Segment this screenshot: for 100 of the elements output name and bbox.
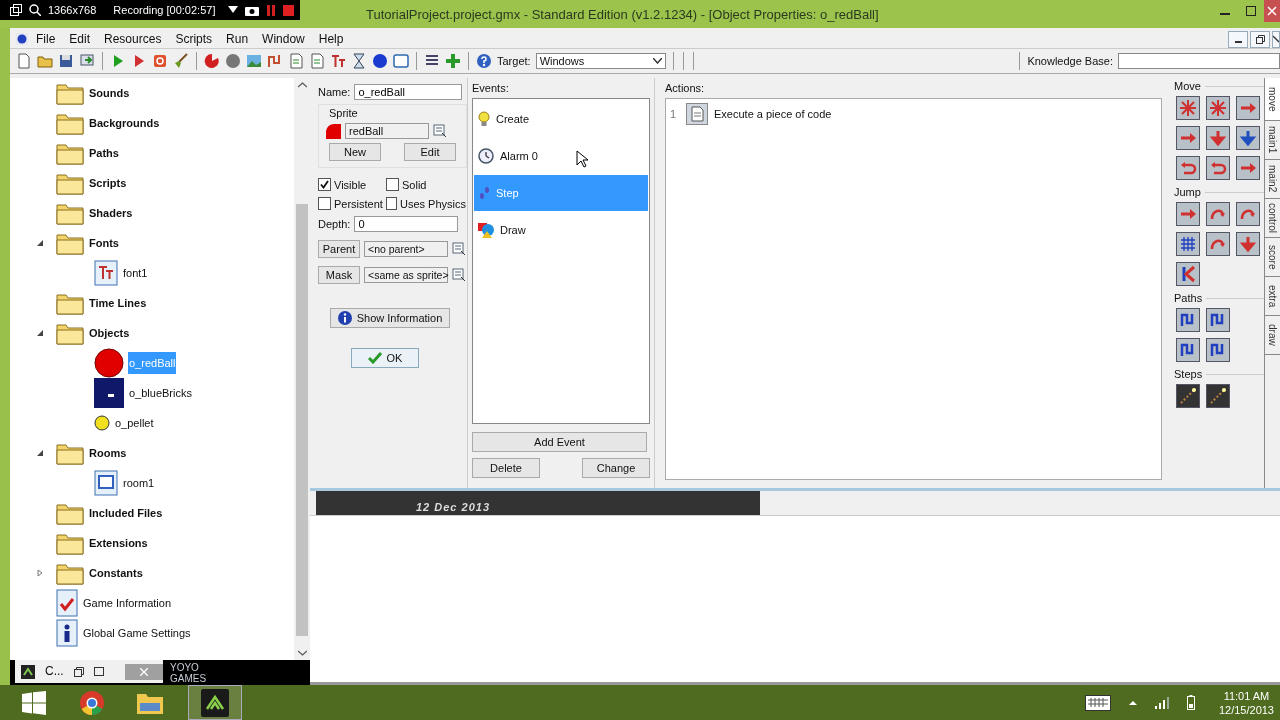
checkbox[interactable] [386, 197, 397, 210]
action-button[interactable] [1176, 262, 1200, 286]
tree-item[interactable]: o_pellet [114, 415, 155, 431]
tree-item[interactable]: Rooms [88, 445, 128, 461]
app-taskbar-button[interactable] [188, 685, 242, 720]
collapse-arrow-icon[interactable] [36, 239, 44, 247]
add-event-button[interactable]: Add Event [472, 432, 647, 452]
scrollbar[interactable] [294, 78, 310, 660]
checkbox[interactable] [318, 178, 331, 191]
sphere-icon[interactable] [372, 53, 388, 69]
camera-icon[interactable] [245, 4, 260, 16]
sprite-button[interactable]: New [329, 143, 381, 161]
parent-button[interactable]: Parent [318, 240, 360, 258]
pie-icon[interactable] [204, 53, 220, 69]
pause-icon[interactable] [266, 4, 277, 16]
battery-icon[interactable] [1186, 695, 1195, 710]
vertical-tab[interactable]: extra [1265, 277, 1280, 316]
hourglass-icon[interactable] [351, 53, 367, 69]
name-field[interactable]: o_redBall [354, 84, 463, 100]
action-button[interactable] [1206, 384, 1230, 408]
sprite-button[interactable]: Edit [404, 143, 456, 161]
close-button[interactable] [1272, 30, 1280, 48]
tree-item[interactable]: Time Lines [88, 295, 148, 311]
export-icon[interactable] [79, 53, 95, 69]
event-item[interactable]: Draw [474, 212, 648, 248]
action-button[interactable] [1206, 232, 1230, 256]
script-icon[interactable] [309, 53, 325, 69]
action-button[interactable] [1176, 202, 1200, 226]
plus-icon[interactable] [445, 53, 461, 69]
action-button[interactable] [1176, 232, 1200, 256]
action-button[interactable] [1206, 308, 1230, 332]
clock-time[interactable]: 11:01 AM [1223, 689, 1270, 702]
checkbox[interactable] [386, 178, 399, 191]
open-folder-icon[interactable] [37, 53, 53, 69]
collapse-arrow-icon[interactable] [36, 329, 44, 337]
tree-item[interactable]: Extensions [88, 535, 149, 551]
vertical-tab[interactable]: control [1265, 199, 1280, 238]
checkbox[interactable] [318, 197, 331, 210]
tree-item[interactable]: Backgrounds [88, 115, 161, 131]
tree-item[interactable]: Objects [88, 325, 131, 341]
action-button[interactable] [1236, 202, 1260, 226]
document-icon[interactable] [16, 53, 32, 69]
depth-field[interactable]: 0 [354, 216, 459, 232]
dropdown-icon[interactable] [228, 6, 239, 14]
tree-item[interactable]: Shaders [88, 205, 134, 221]
tree-item[interactable]: Global Game Settings [82, 625, 192, 641]
mask-field[interactable]: <same as sprite> [364, 267, 448, 283]
action-button[interactable] [1176, 126, 1200, 150]
event-item[interactable]: Create [474, 101, 648, 137]
scroll-thumb[interactable] [296, 204, 308, 636]
menu-item[interactable]: Edit [61, 32, 97, 46]
action-button[interactable] [1236, 96, 1260, 120]
tree-item[interactable]: Constants [88, 565, 144, 581]
action-button[interactable] [1206, 338, 1230, 362]
change-button[interactable]: Change [582, 458, 650, 478]
target-dropdown[interactable]: Windows [535, 53, 666, 69]
clock-date[interactable]: 12/15/2013 [1218, 703, 1274, 716]
scroll-up-icon[interactable] [297, 82, 307, 88]
help-icon[interactable] [476, 53, 492, 69]
scroll-down-icon[interactable] [297, 650, 307, 656]
tree-item[interactable]: Game Information [82, 595, 173, 611]
action-button[interactable] [1176, 338, 1200, 362]
vertical-tab[interactable]: move [1265, 78, 1280, 121]
restore-button[interactable] [1250, 30, 1270, 48]
broom-icon[interactable] [173, 53, 189, 69]
tree-item[interactable]: Fonts [88, 235, 120, 251]
signal-icon[interactable] [1154, 696, 1169, 709]
tree-item[interactable]: Scripts [88, 175, 128, 191]
delete-button[interactable]: Delete [472, 458, 540, 478]
menu-item[interactable]: Run [218, 32, 255, 46]
mask-button[interactable]: Mask [318, 266, 360, 284]
menu-list-icon[interactable] [433, 124, 447, 138]
menu-item[interactable]: Help [310, 32, 350, 46]
minimized-window[interactable]: C... [15, 660, 163, 683]
app-icon[interactable] [16, 33, 28, 45]
action-button[interactable] [1176, 308, 1200, 332]
stop-icon[interactable] [283, 4, 295, 16]
menu-item[interactable]: Scripts [167, 32, 219, 46]
action-button[interactable] [1206, 96, 1230, 120]
event-item[interactable]: Alarm 0 [474, 138, 648, 174]
path-icon[interactable] [267, 53, 283, 69]
caret-up-icon[interactable] [1128, 700, 1137, 705]
menu-item[interactable]: Window [254, 32, 311, 46]
image-icon[interactable] [246, 53, 262, 69]
action-button[interactable] [1236, 156, 1260, 180]
show-information-button[interactable]: Show Information [330, 308, 450, 328]
action-button[interactable] [1236, 232, 1260, 256]
menu-list-icon[interactable] [452, 268, 466, 282]
menu-item[interactable]: File [28, 32, 62, 46]
action-button[interactable] [1176, 384, 1200, 408]
ok-button[interactable]: OK [351, 348, 419, 368]
action-button[interactable] [1176, 96, 1200, 120]
action-button[interactable] [1176, 156, 1200, 180]
vertical-tab[interactable]: draw [1265, 316, 1280, 355]
keyboard-icon[interactable] [1084, 694, 1111, 711]
maximize-icon[interactable] [93, 667, 104, 676]
action-button[interactable] [1206, 126, 1230, 150]
restore-icon[interactable] [73, 666, 84, 677]
collapse-arrow-icon[interactable] [36, 449, 44, 457]
action-button[interactable] [1206, 156, 1230, 180]
